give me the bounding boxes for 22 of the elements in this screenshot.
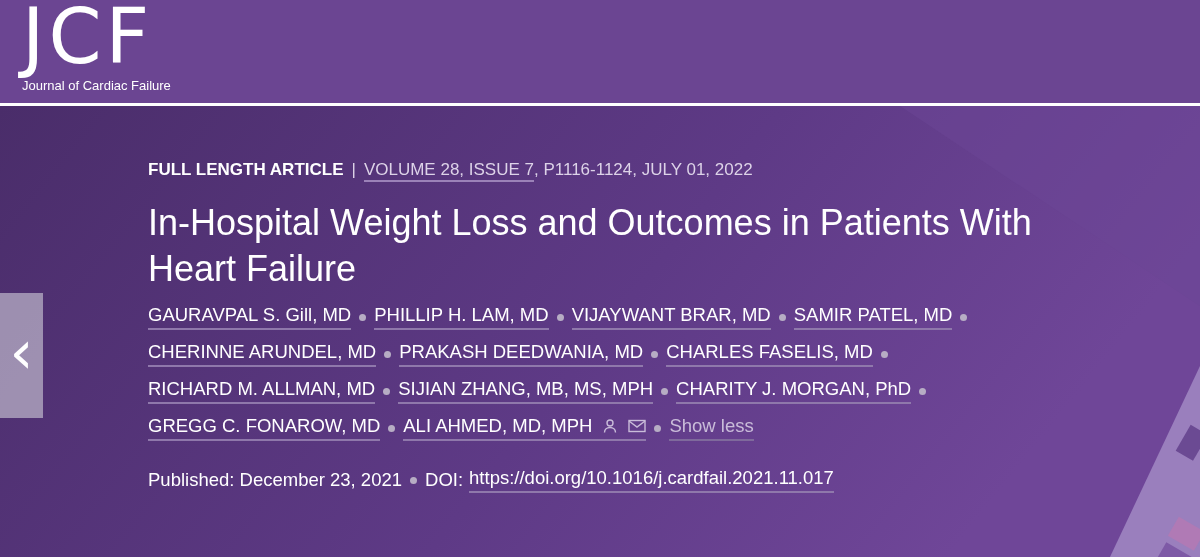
volume-link[interactable]: VOLUME 28, ISSUE 7 (363, 160, 534, 182)
author-link[interactable]: CHARLES FASELIS, MD (666, 341, 873, 367)
article-title: In-Hospital Weight Loss and Outcomes in Patients With Heart Failure (148, 201, 1033, 291)
author-link[interactable]: CHERINNE ARUNDEL, MD (148, 341, 377, 367)
author-link[interactable]: RICHARD M. ALLMAN, MD (148, 378, 376, 404)
published-date: Published: December 23, 2021 (148, 469, 403, 491)
show-less-link[interactable]: Show less (669, 415, 754, 441)
article-type: FULL LENGTH ARTICLE (148, 160, 344, 180)
citation-text: , P1116-1124, JULY 01, 2022 (534, 160, 753, 179)
author-link[interactable]: PHILLIP H. LAM, MD (374, 304, 549, 330)
doi-label: DOI: (425, 469, 464, 491)
author-link[interactable]: VIJAYWANT BRAR, MD (571, 304, 771, 330)
author-link[interactable]: PRAKASH DEEDWANIA, MD (399, 341, 644, 367)
author-link[interactable]: GAURAVPAL S. Gill, MD (148, 304, 352, 330)
author-link[interactable]: GREGG C. FONAROW, MD (148, 415, 381, 441)
doi-link[interactable]: https://doi.org/10.1016/j.cardfail.2021.11.017 (469, 467, 834, 493)
author-link[interactable]: SIJIAN ZHANG, MB, MS, MPH (398, 378, 654, 404)
author-link[interactable]: SAMIR PATEL, MD (793, 304, 953, 330)
journal-name: Journal of Cardiac Failure (22, 78, 171, 93)
separator: | (351, 160, 356, 180)
author-link[interactable]: CHARITY J. MORGAN, PhD (676, 378, 912, 404)
author-link[interactable]: ALI AHMED, MD, MPH (403, 415, 647, 441)
